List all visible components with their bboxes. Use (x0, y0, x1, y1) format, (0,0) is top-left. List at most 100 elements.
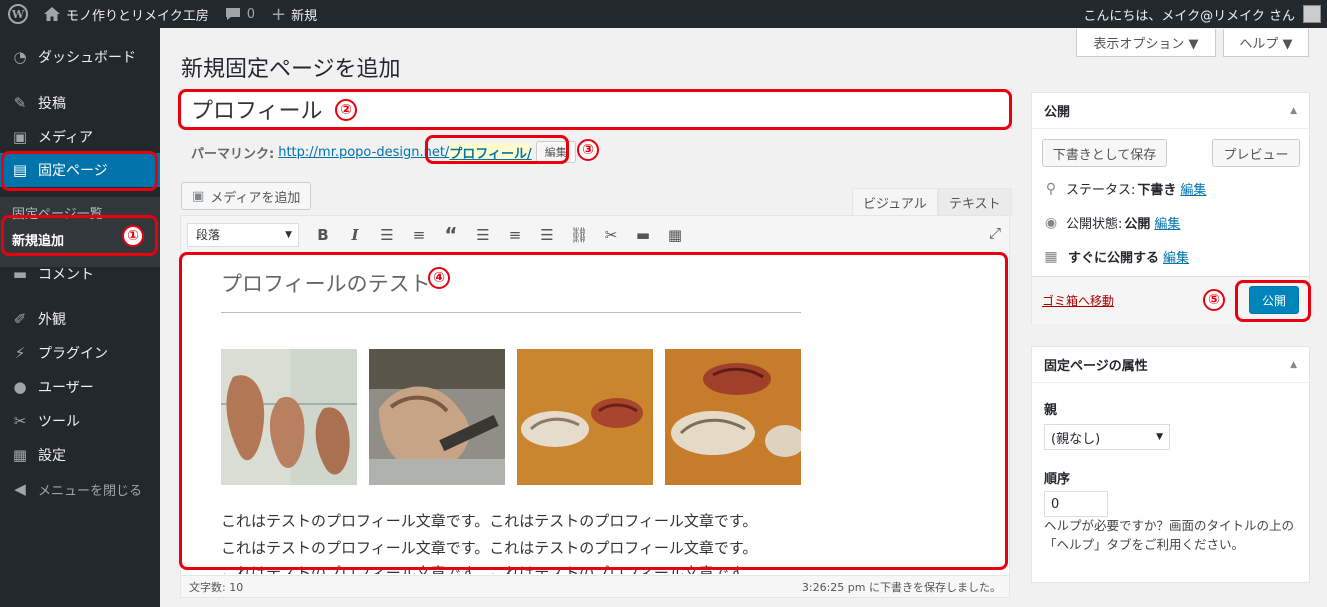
numbered-list-button[interactable]: ≡ (403, 221, 435, 249)
bold-button[interactable]: B (307, 221, 339, 249)
content-heading: プロフィールのテスト (221, 272, 431, 296)
content-paragraph-line: これはテストのプロフィール文章です。これはテストのプロフィール文章です。 (221, 512, 758, 530)
clay-shapes-image (221, 349, 357, 485)
publish-box-header[interactable]: 公開 ▲ (1032, 93, 1309, 129)
calendar-icon: ▦ (1044, 248, 1058, 265)
user-icon: ● (13, 378, 27, 396)
tab-visual[interactable]: ビジュアル (852, 188, 938, 216)
sidebar-item-appearance[interactable]: ✐ 外観 (0, 302, 160, 336)
dashboard-icon: ◔ (13, 48, 27, 66)
visibility-row: ◉ 公開状態: 公開 編集 (1042, 213, 1181, 233)
toolbar-toggle-button[interactable]: ▦ (659, 221, 691, 249)
help-text: ヘルプが必要ですか？画面のタイトルの上の「ヘルプ」タブをご利用ください。 (1044, 518, 1295, 552)
save-draft-button[interactable]: 下書きとして保存 (1042, 139, 1167, 167)
help-button[interactable]: ヘルプ ▼ (1223, 29, 1309, 57)
add-media-button[interactable]: ▣ メディアを追加 (181, 182, 312, 210)
status-row: ⚲ ステータス: 下書き 編集 (1042, 179, 1207, 199)
annotation-number-3: ③ (577, 139, 599, 161)
publish-actions: ゴミ箱へ移動 公開 (1032, 276, 1309, 324)
edit-status-link[interactable]: 編集 (1180, 179, 1206, 198)
edit-slug-button[interactable]: 編集 (535, 141, 576, 163)
edit-visibility-link[interactable]: 編集 (1154, 213, 1180, 232)
chevron-down-icon: ▼ (1156, 432, 1163, 442)
sidebar-item-settings[interactable]: ▦ 設定 (0, 438, 160, 472)
pin-icon: ⚲ (1045, 180, 1057, 197)
align-center-button[interactable]: ≡ (499, 221, 531, 249)
format-select[interactable]: 段落 ▼ (187, 222, 299, 247)
edit-schedule-link[interactable]: 編集 (1163, 247, 1189, 266)
schedule-row: ▦ すぐに公開する 編集 (1042, 247, 1189, 267)
word-count: 文字数: 10 (189, 580, 244, 594)
comments-count: 0 (246, 6, 256, 22)
content-editor[interactable]: 段落 ▼ B I ☰ ≡ “ ☰ ≡ ☰ ⛓ ✂ ▬ ▦ ⤢ プロフィールのテスト (180, 215, 1010, 598)
permalink-url[interactable]: http://mr.popo-design.net/ (278, 145, 449, 160)
parent-label: 親 (1044, 403, 1058, 418)
comment-icon: ▬ (12, 265, 28, 283)
sidebar-subitem-all-pages[interactable]: 固定ページ一覧 (12, 203, 103, 222)
insert-link-button[interactable]: ⛓ (563, 221, 595, 249)
align-right-button[interactable]: ☰ (531, 221, 563, 249)
plus-icon: + (271, 3, 287, 25)
content-paragraph-line: これはテストのプロフィール文章です。これはテストのプロフィール文章です。 (221, 564, 758, 574)
wp-logo-menu[interactable]: W (0, 0, 36, 28)
sidebar-subitem-add-new[interactable]: 新規追加 (12, 230, 64, 249)
align-left-button[interactable]: ☰ (467, 221, 499, 249)
read-more-button[interactable]: ▬ (627, 221, 659, 249)
sidebar-item-comments[interactable]: ▬ コメント (0, 257, 160, 291)
sidebar-item-pages[interactable]: ▤ 固定ページ (0, 153, 160, 187)
order-label: 順序 (1044, 472, 1071, 487)
paintbrush-icon: ✐ (13, 310, 27, 328)
avatar (1303, 5, 1321, 23)
blockquote-button[interactable]: “ (435, 221, 467, 249)
collapse-arrow-icon[interactable]: ▲ (1290, 106, 1297, 116)
remove-link-button[interactable]: ✂ (595, 221, 627, 249)
permalink-row: パーマリンク: http://mr.popo-design.net/ プロフィー… (191, 141, 576, 163)
autosave-status: 3:26:25 pm に下書きを保存しました。 (801, 580, 1001, 594)
new-content-menu[interactable]: + 新規 (263, 0, 325, 28)
pin-icon: ✎ (13, 94, 27, 112)
editor-toolbar: 段落 ▼ B I ☰ ≡ “ ☰ ≡ ☰ ⛓ ✂ ▬ ▦ ⤢ (181, 216, 1009, 254)
site-name-link[interactable]: モノ作りとリメイク工房 (36, 0, 217, 28)
collapse-menu-button[interactable]: ◀ メニューを閉じる (0, 472, 160, 506)
move-to-trash-link[interactable]: ゴミ箱へ移動 (1042, 292, 1114, 309)
clay-birds-image (517, 349, 653, 485)
home-icon (44, 7, 60, 21)
editor-status-bar: 文字数: 10 3:26:25 pm に下書きを保存しました。 (181, 575, 1009, 597)
carving-image (369, 349, 505, 485)
my-account-menu[interactable]: こんにちは、メイク@リメイク さん (1075, 0, 1327, 28)
wrench-icon: ✂ (13, 412, 27, 430)
plugin-icon: ⚡ (14, 344, 26, 362)
publish-button[interactable]: 公開 (1249, 286, 1299, 314)
sidebar-item-media[interactable]: ▣ メディア (0, 120, 160, 154)
clay-birds-closeup-image (665, 349, 801, 485)
sidebar-item-dashboard[interactable]: ◔ ダッシュボード (0, 40, 160, 74)
permalink-slug[interactable]: プロフィール/ (449, 142, 532, 162)
annotation-number-5: ⑤ (1203, 289, 1225, 311)
tab-text[interactable]: テキスト (938, 188, 1012, 216)
preview-button[interactable]: プレビュー (1212, 139, 1300, 167)
greeting-text: こんにちは、メイク@リメイク さん (1083, 8, 1295, 24)
order-input[interactable]: 0 (1044, 491, 1108, 517)
new-label: 新規 (291, 8, 318, 24)
sidebar-item-plugins[interactable]: ⚡ プラグイン (0, 336, 160, 370)
annotation-number-4: ④ (428, 267, 450, 289)
comments-link[interactable]: 0 (217, 0, 263, 28)
italic-button[interactable]: I (339, 221, 371, 249)
collapse-arrow-icon[interactable]: ▲ (1290, 360, 1297, 370)
screen-options-button[interactable]: 表示オプション ▼ (1076, 29, 1216, 57)
collapse-arrow-icon: ◀ (14, 480, 26, 498)
wordpress-icon: W (8, 4, 28, 24)
sidebar-item-tools[interactable]: ✂ ツール (0, 404, 160, 438)
fullscreen-icon[interactable]: ⤢ (989, 224, 1001, 242)
sidebar-item-users[interactable]: ● ユーザー (0, 370, 160, 404)
media-icon: ▣ (12, 128, 28, 146)
bullet-list-button[interactable]: ☰ (371, 221, 403, 249)
eye-icon: ◉ (1044, 214, 1058, 231)
page-attributes-box: 固定ページの属性 ▲ 親 (親なし) ▼ 順序 0 ヘルプが必要ですか？画面のタイト… (1031, 346, 1310, 583)
title-input[interactable]: プロフィール (180, 89, 1012, 129)
page-attributes-header[interactable]: 固定ページの属性 ▲ (1032, 347, 1309, 383)
admin-sidebar: ◔ ダッシュボード ✎ 投稿 ▣ メディア ▤ 固定ページ 固定ページ一覧 新規追加 ▬… (0, 28, 160, 607)
sidebar-item-posts[interactable]: ✎ 投稿 (0, 86, 160, 120)
parent-select[interactable]: (親なし) ▼ (1044, 424, 1170, 450)
site-name: モノ作りとリメイク工房 (66, 8, 209, 24)
